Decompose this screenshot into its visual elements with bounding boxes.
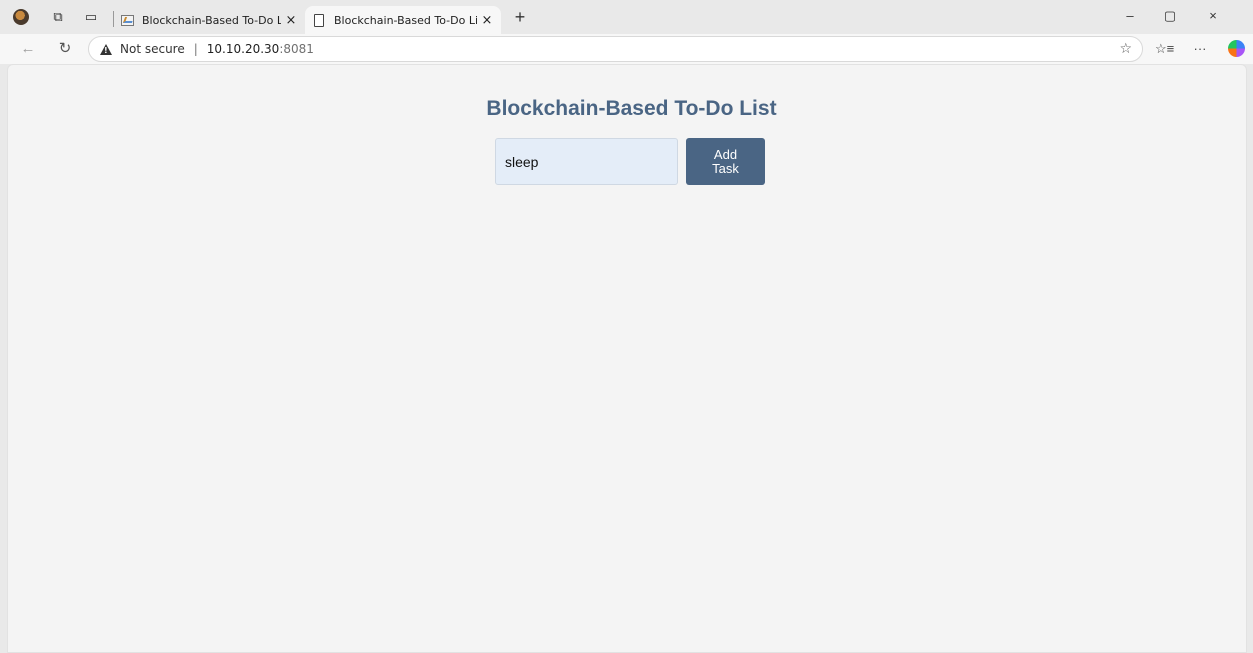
document-favicon-icon xyxy=(312,13,326,27)
new-tab-icon[interactable]: + xyxy=(510,8,530,28)
tab-close-icon[interactable]: × xyxy=(281,13,301,28)
task-input[interactable] xyxy=(495,138,678,185)
tab-blockchain-todo-2[interactable]: Blockchain-Based To-Do List × xyxy=(305,6,501,34)
browser-title-bar: ⧉ ▭ Blockchain-Based To-Do List × Blockc… xyxy=(0,0,1253,34)
add-task-button[interactable]: Add Task xyxy=(686,138,765,185)
back-icon[interactable]: ← xyxy=(19,40,37,58)
add-task-button-label-line1: Add xyxy=(713,146,738,162)
vertical-tabs-icon[interactable]: ▭ xyxy=(83,9,99,25)
address-bar[interactable]: Not secure | 10.10.20.30 :8081 ☆ xyxy=(88,36,1143,62)
tab-blockchain-todo-1[interactable]: Blockchain-Based To-Do List × xyxy=(113,6,305,34)
address-separator: | xyxy=(193,42,198,56)
minimize-icon[interactable]: – xyxy=(1115,8,1145,26)
image-favicon-icon xyxy=(120,13,134,27)
workspaces-icon[interactable]: ⧉ xyxy=(50,9,66,25)
profile-avatar-icon[interactable] xyxy=(13,9,29,25)
favorites-list-icon[interactable]: ☆≡ xyxy=(1155,40,1174,58)
tab-title: Blockchain-Based To-Do List xyxy=(142,13,281,27)
window-close-icon[interactable]: × xyxy=(1198,8,1228,26)
restore-icon[interactable]: ▢ xyxy=(1155,8,1185,26)
tab-title: Blockchain-Based To-Do List xyxy=(334,13,477,27)
security-label[interactable]: Not secure xyxy=(120,42,185,56)
url-port: :8081 xyxy=(279,42,314,56)
page-viewport: Blockchain-Based To-Do List Add Task xyxy=(7,64,1247,653)
more-options-icon[interactable]: ··· xyxy=(1191,40,1209,58)
page-title: Blockchain-Based To-Do List xyxy=(486,97,777,120)
browser-navigation-bar: ← ↻ Not secure | 10.10.20.30 :8081 ☆ ☆≡ … xyxy=(0,34,1253,64)
warning-icon[interactable] xyxy=(100,43,112,55)
add-task-button-label-line2: Task xyxy=(712,160,739,176)
url-host: 10.10.20.30 xyxy=(206,42,280,56)
copilot-icon[interactable] xyxy=(1228,40,1245,57)
favorite-star-icon[interactable]: ☆ xyxy=(1119,41,1132,57)
tab-close-icon[interactable]: × xyxy=(477,13,497,28)
refresh-icon[interactable]: ↻ xyxy=(56,40,74,58)
